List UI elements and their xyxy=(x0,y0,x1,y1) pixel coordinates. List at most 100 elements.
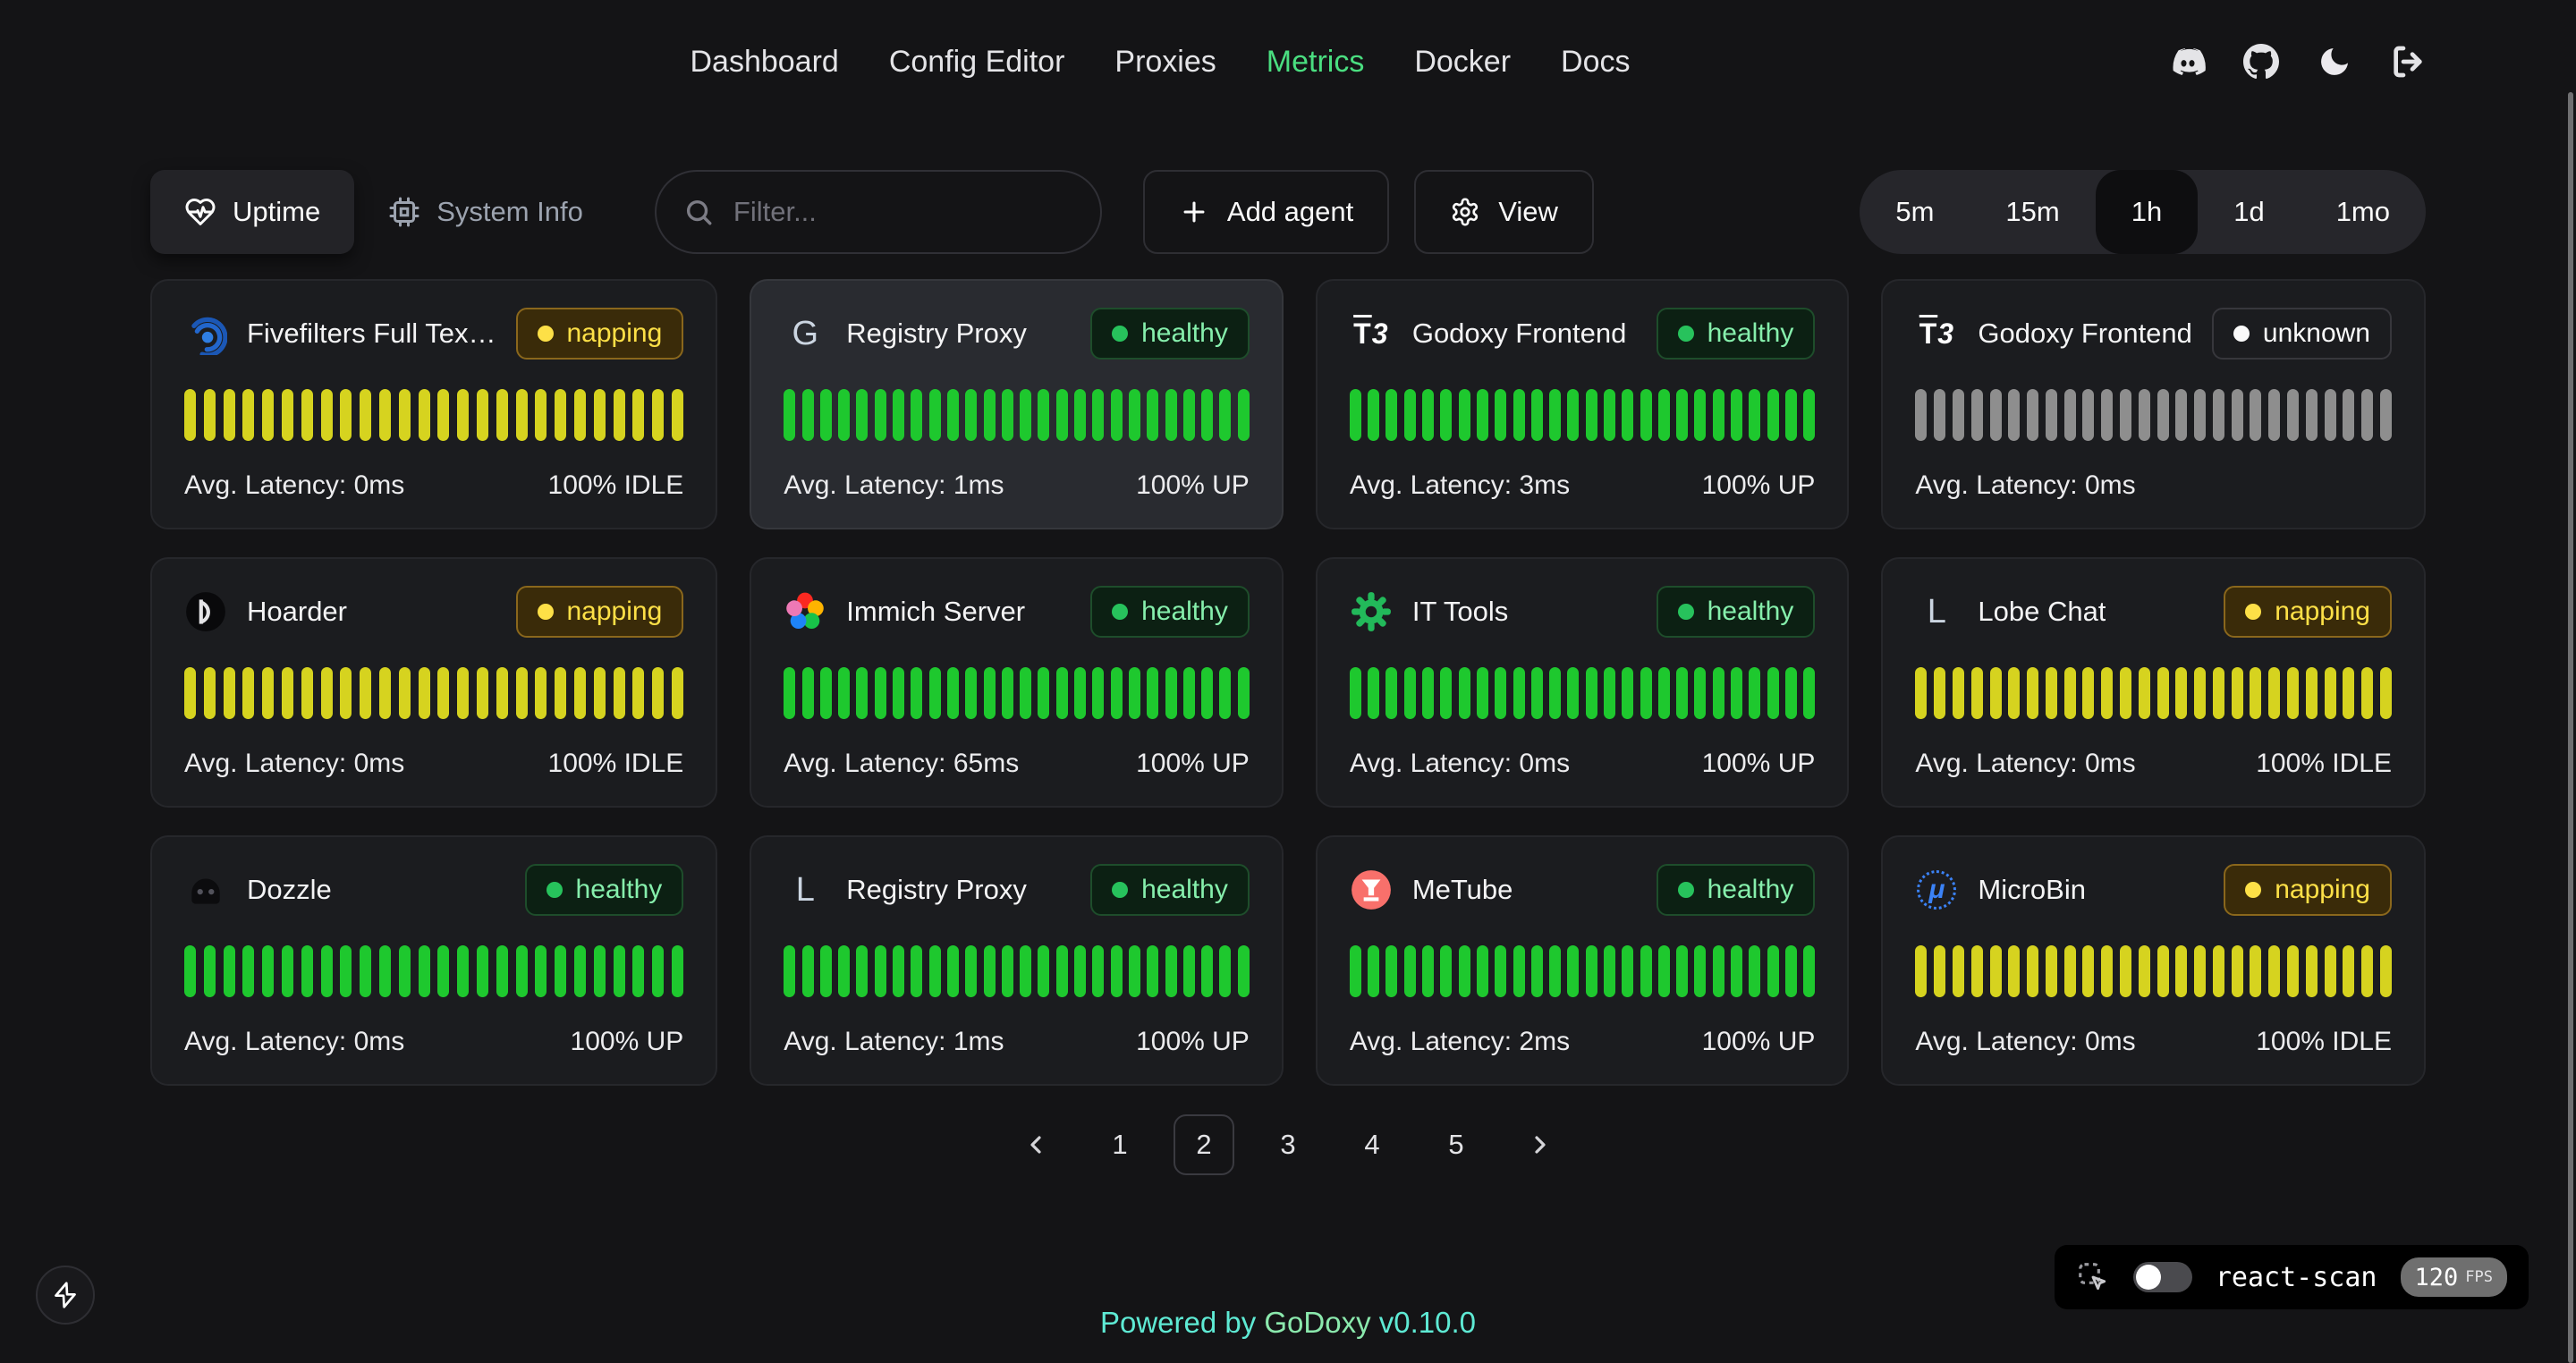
card-header: Dozzlehealthy xyxy=(184,864,683,916)
service-card-godoxy-frontend[interactable]: T3Godoxy FrontendunknownAvg. Latency: 0m… xyxy=(1881,279,2426,529)
logout-icon[interactable] xyxy=(2390,44,2426,80)
uptime-bar xyxy=(929,945,941,997)
uptime-bar xyxy=(1020,945,1031,997)
nav-item-config-editor[interactable]: Config Editor xyxy=(889,45,1065,80)
service-card-dozzle[interactable]: DozzlehealthyAvg. Latency: 0ms100% UP xyxy=(150,835,717,1086)
service-card-registry-proxy[interactable]: LRegistry ProxyhealthyAvg. Latency: 1ms1… xyxy=(750,835,1284,1086)
uptime-bar xyxy=(947,667,959,719)
service-card-lobe-chat[interactable]: LLobe ChatnappingAvg. Latency: 0ms100% I… xyxy=(1881,557,2426,808)
uptime-bar xyxy=(1713,945,1724,997)
uptime-bar xyxy=(1803,667,1815,719)
nav-item-dashboard[interactable]: Dashboard xyxy=(691,45,839,80)
service-card-metube[interactable]: MeTubehealthyAvg. Latency: 2ms100% UP xyxy=(1316,835,1850,1086)
uptime-bar xyxy=(2008,945,2020,997)
time-range-5m[interactable]: 5m xyxy=(1860,170,1970,254)
prev-page-button[interactable] xyxy=(1005,1114,1066,1175)
uptime-percent-label: 100% UP xyxy=(1136,1027,1250,1057)
uptime-bar xyxy=(457,389,469,441)
uptime-bar xyxy=(1459,945,1470,997)
hoarder-icon xyxy=(184,590,227,633)
service-card-microbin[interactable]: μMicroBinnappingAvg. Latency: 0ms100% ID… xyxy=(1881,835,2426,1086)
uptime-bar xyxy=(1531,945,1543,997)
service-card-it-tools[interactable]: IT ToolshealthyAvg. Latency: 0ms100% UP xyxy=(1316,557,1850,808)
nav-item-docs[interactable]: Docs xyxy=(1561,45,1630,80)
uptime-bar xyxy=(1477,667,1488,719)
nav-item-docker[interactable]: Docker xyxy=(1414,45,1511,80)
add-agent-button[interactable]: Add agent xyxy=(1143,170,1389,254)
uptime-bar xyxy=(282,389,293,441)
uptime-bar xyxy=(574,667,586,719)
uptime-bar xyxy=(204,667,216,719)
uptime-bar xyxy=(1385,667,1397,719)
time-range-1d[interactable]: 1d xyxy=(2198,170,2300,254)
inspect-cursor-icon[interactable] xyxy=(2076,1260,2110,1294)
card-footer: Avg. Latency: 0ms100% IDLE xyxy=(1915,1027,2392,1057)
service-card-hoarder[interactable]: HoardernappingAvg. Latency: 0ms100% IDLE xyxy=(150,557,717,808)
uptime-bar xyxy=(784,389,795,441)
status-dot-icon xyxy=(1678,604,1694,620)
page-numbers: 12345 xyxy=(1089,1114,1487,1175)
uptime-bars xyxy=(784,945,1250,997)
toggle-knob xyxy=(2136,1265,2161,1290)
avg-latency-label: Avg. Latency: 65ms xyxy=(784,749,1019,779)
view-label: View xyxy=(1498,196,1558,228)
uptime-bar xyxy=(2268,389,2280,441)
status-dot-icon xyxy=(547,882,563,898)
time-range-1mo[interactable]: 1mo xyxy=(2301,170,2426,254)
uptime-bar xyxy=(1971,389,1983,441)
service-card-godoxy-frontend[interactable]: T3Godoxy FrontendhealthyAvg. Latency: 3m… xyxy=(1316,279,1850,529)
nav-item-metrics[interactable]: Metrics xyxy=(1267,45,1365,80)
uptime-bar xyxy=(1422,945,1434,997)
github-icon[interactable] xyxy=(2243,44,2279,80)
status-label: healthy xyxy=(1707,875,1794,905)
react-scan-toggle[interactable] xyxy=(2133,1262,2192,1292)
uptime-bar xyxy=(379,389,391,441)
service-card-immich-server[interactable]: Immich ServerhealthyAvg. Latency: 65ms10… xyxy=(750,557,1284,808)
uptime-bar xyxy=(1604,389,1615,441)
avg-latency-label: Avg. Latency: 0ms xyxy=(1915,749,2135,779)
uptime-percent-label: 100% UP xyxy=(1702,470,1816,501)
moon-icon[interactable] xyxy=(2317,44,2352,80)
uptime-bar xyxy=(2194,667,2206,719)
uptime-bar xyxy=(784,667,795,719)
next-page-button[interactable] xyxy=(1510,1114,1571,1175)
uptime-bar xyxy=(457,945,469,997)
uptime-bar xyxy=(1915,389,1927,441)
tab-system-info[interactable]: System Info xyxy=(354,170,617,254)
uptime-bar xyxy=(2325,945,2336,997)
uptime-bar xyxy=(1549,389,1561,441)
uptime-bar xyxy=(965,945,977,997)
chevron-right-icon xyxy=(1526,1130,1555,1159)
uptime-bar xyxy=(2380,945,2392,997)
time-range-1h[interactable]: 1h xyxy=(2096,170,2198,254)
godoxy-link[interactable]: GoDoxy xyxy=(1264,1306,1370,1339)
hoarder-icon xyxy=(184,590,227,633)
uptime-bar xyxy=(1422,667,1434,719)
page-button-5[interactable]: 5 xyxy=(1426,1114,1487,1175)
uptime-bar xyxy=(496,667,508,719)
service-card-registry-proxy[interactable]: GRegistry ProxyhealthyAvg. Latency: 1ms1… xyxy=(750,279,1284,529)
letter-l-icon: L xyxy=(1928,593,1946,631)
uptime-bar xyxy=(1092,667,1104,719)
time-range-15m[interactable]: 15m xyxy=(1970,170,2095,254)
page-button-3[interactable]: 3 xyxy=(1258,1114,1318,1175)
filter-input[interactable] xyxy=(733,196,1073,228)
immich-icon xyxy=(784,590,826,633)
scrollbar-thumb[interactable] xyxy=(2568,92,2573,1363)
tab-uptime[interactable]: Uptime xyxy=(150,170,354,254)
letter-g-icon: G xyxy=(792,315,819,353)
fivefilters-icon xyxy=(184,312,227,355)
service-card-fivefilters-full-tex[interactable]: Fivefilters Full Tex…nappingAvg. Latency… xyxy=(150,279,717,529)
metube-icon xyxy=(1350,868,1393,911)
page-button-1[interactable]: 1 xyxy=(1089,1114,1150,1175)
uptime-bar xyxy=(1056,389,1068,441)
uptime-percent-label: 100% UP xyxy=(1702,1027,1816,1057)
card-footer: Avg. Latency: 0ms100% IDLE xyxy=(184,749,683,779)
page-button-4[interactable]: 4 xyxy=(1342,1114,1402,1175)
uptime-bar xyxy=(399,389,411,441)
view-button[interactable]: View xyxy=(1414,170,1594,254)
discord-icon[interactable] xyxy=(2170,44,2206,80)
status-badge: napping xyxy=(2224,586,2392,638)
nav-item-proxies[interactable]: Proxies xyxy=(1114,45,1216,80)
page-button-2[interactable]: 2 xyxy=(1174,1114,1234,1175)
